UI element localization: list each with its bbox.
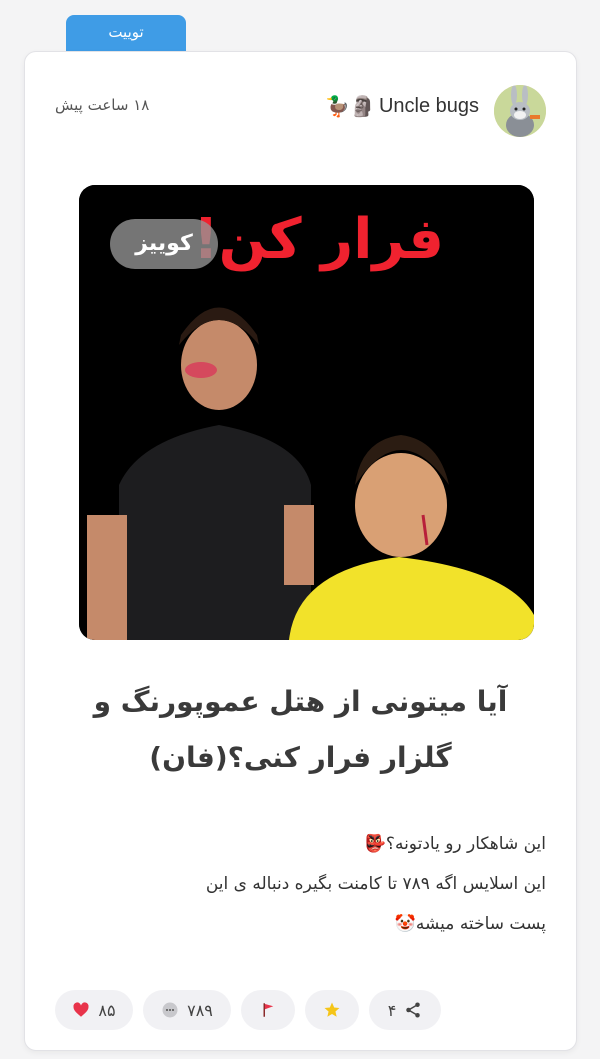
body-line-3: پست ساخته میشه🤡 xyxy=(394,914,546,934)
flag-icon xyxy=(263,1003,274,1017)
comment-count: ۷۸۹ xyxy=(187,1000,213,1020)
share-button[interactable]: ۴ xyxy=(369,990,441,1030)
body-line-1: این شاهکار رو یادتونه؟👺 xyxy=(364,834,546,854)
like-count: ۸۵ xyxy=(98,1000,116,1020)
author-emojis: 🦆🗿 xyxy=(325,96,375,118)
favorite-button[interactable] xyxy=(305,990,359,1030)
like-button[interactable]: ۸۵ xyxy=(55,990,133,1030)
headline-line-1: آیا میتونی از هتل عموپورنگ و xyxy=(93,685,508,718)
star-icon xyxy=(324,1002,340,1017)
image-overlay-title: فرار کن! xyxy=(193,207,444,272)
author-name[interactable]: 🦆🗿 Uncle bugs xyxy=(325,94,479,119)
share-icon xyxy=(406,1002,421,1018)
post-timestamp: ۱۸ ساعت پیش xyxy=(55,96,150,114)
post-headline[interactable]: آیا میتونی از هتل عموپورنگ و گلزار فرار … xyxy=(65,674,536,786)
body-line-2: این اسلایس اگه ۷۸۹ تا کامنت بگیره دنباله… xyxy=(205,874,546,894)
action-bar: ۸۵ ۷۸۹ ۴ xyxy=(55,990,441,1030)
post-body: این شاهکار رو یادتونه؟👺 این اسلایس اگه ۷… xyxy=(55,824,546,944)
avatar[interactable] xyxy=(494,85,546,137)
share-count: ۴ xyxy=(387,1000,397,1020)
tab-tweet[interactable]: توییت xyxy=(66,15,186,51)
comment-icon xyxy=(162,1002,178,1018)
report-button[interactable] xyxy=(241,990,295,1030)
comment-button[interactable]: ۷۸۹ xyxy=(143,990,231,1030)
author-label: Uncle bugs xyxy=(378,95,479,117)
quiz-badge: کوییز xyxy=(110,219,218,269)
post-image[interactable]: فرار کن! کوییز xyxy=(79,185,534,640)
post-card: 🦆🗿 Uncle bugs ۱۸ ساعت پیش فرار کن! کوییز… xyxy=(24,51,577,1051)
headline-line-2: گلزار فرار کنی؟(فان) xyxy=(149,741,452,774)
heart-icon xyxy=(73,1002,89,1017)
